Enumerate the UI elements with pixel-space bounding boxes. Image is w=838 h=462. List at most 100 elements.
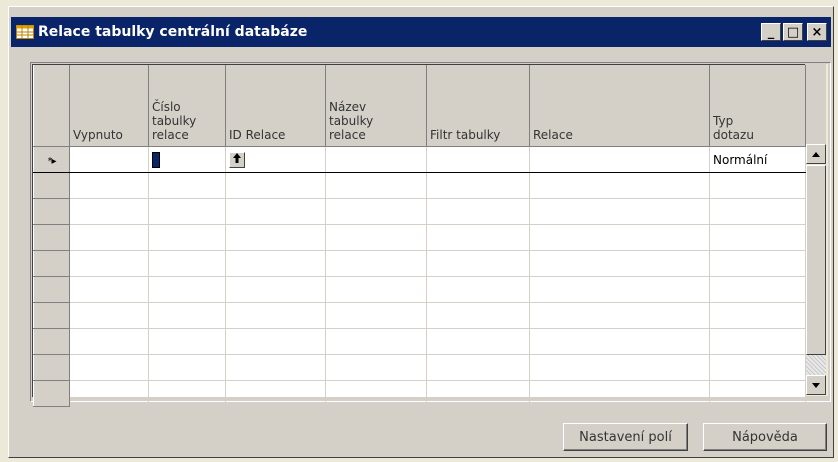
cell-table-filter[interactable] [426,198,530,225]
cell-disabled[interactable] [69,198,149,225]
cell-relation-id[interactable] [225,380,326,407]
row-selector[interactable] [33,250,70,277]
scroll-up-button[interactable] [806,144,826,164]
cell-relation[interactable] [529,224,710,251]
cell-relation[interactable] [529,302,710,329]
cell-related-table-name[interactable] [325,146,427,173]
close-button[interactable]: × [807,23,827,41]
cell-related-table-no[interactable] [148,250,226,277]
cell-query-type[interactable] [709,380,806,407]
table-row[interactable] [33,302,806,329]
new-record-row[interactable]: *▸ Normální [33,146,806,173]
cell-related-table-name[interactable] [325,276,427,303]
cell-query-type[interactable] [709,198,806,225]
column-header-related-table-no[interactable]: Číslo tabulky relace [148,65,226,147]
cell-relation[interactable] [529,198,710,225]
cell-related-table-name[interactable] [325,302,427,329]
help-button[interactable]: Nápověda [703,423,827,451]
cell-related-table-no[interactable] [148,380,226,407]
cell-related-table-no[interactable] [148,198,226,225]
cell-relation[interactable] [529,354,710,381]
row-selector[interactable] [33,198,70,225]
cell-query-type[interactable] [709,276,806,303]
cell-query-type[interactable] [709,354,806,381]
cell-relation[interactable] [529,146,710,173]
cell-relation-id[interactable] [225,354,326,381]
cell-relation-id[interactable] [225,328,326,355]
cell-table-filter[interactable] [426,328,530,355]
column-header-disabled[interactable]: Vypnuto [69,65,149,147]
cell-related-table-name[interactable] [325,328,427,355]
table-row[interactable] [33,380,806,407]
table-row[interactable] [33,276,806,303]
cell-related-table-no[interactable] [148,224,226,251]
lookup-button[interactable] [229,151,245,168]
minimize-button[interactable]: _ [761,23,781,41]
cell-related-table-name[interactable] [325,250,427,277]
cell-table-filter[interactable] [426,172,530,199]
scrollbar-thumb[interactable] [806,165,826,355]
cell-related-table-no[interactable] [148,354,226,381]
cell-relation[interactable] [529,328,710,355]
cell-disabled[interactable] [69,276,149,303]
cell-query-type[interactable] [709,172,806,199]
cell-relation-id[interactable] [225,198,326,225]
scrollbar-track[interactable] [806,355,826,375]
cell-related-table-name[interactable] [325,198,427,225]
cell-table-filter[interactable] [426,354,530,381]
cell-related-table-no[interactable] [148,146,226,173]
cell-table-filter[interactable] [426,302,530,329]
cell-disabled[interactable] [69,380,149,407]
vertical-scrollbar[interactable] [806,64,828,396]
table-row[interactable] [33,172,806,199]
cell-table-filter[interactable] [426,276,530,303]
column-header-query-type[interactable]: Typ dotazu [709,65,806,147]
cell-relation-id[interactable] [225,276,326,303]
cell-disabled[interactable] [69,250,149,277]
row-selector[interactable]: *▸ [33,146,70,173]
cell-relation-id[interactable] [225,250,326,277]
cell-query-type[interactable] [709,328,806,355]
scroll-down-button[interactable] [806,375,826,395]
row-selector[interactable] [33,380,70,407]
row-selector[interactable] [33,302,70,329]
cell-table-filter[interactable] [426,380,530,407]
row-selector[interactable] [33,328,70,355]
cell-related-table-name[interactable] [325,380,427,407]
cell-table-filter[interactable] [426,250,530,277]
cell-disabled[interactable] [69,354,149,381]
cell-relation-id[interactable] [225,224,326,251]
table-row[interactable] [33,354,806,381]
row-selector[interactable] [33,354,70,381]
cell-disabled[interactable] [69,224,149,251]
cell-relation-id[interactable] [225,302,326,329]
table-row[interactable] [33,224,806,251]
cell-related-table-name[interactable] [325,354,427,381]
row-selector[interactable] [33,224,70,251]
cell-relation-id[interactable] [225,172,326,199]
table-row[interactable] [33,328,806,355]
cell-related-table-no[interactable] [148,172,226,199]
table-row[interactable] [33,198,806,225]
title-bar[interactable]: Relace tabulky centrální databáze _ □ × [11,17,831,47]
column-header-related-table-name[interactable]: Název tabulky relace [325,65,427,147]
cell-query-type[interactable] [709,224,806,251]
cell-relation[interactable] [529,380,710,407]
cell-relation[interactable] [529,250,710,277]
cell-related-table-no[interactable] [148,302,226,329]
cell-relation[interactable] [529,172,710,199]
field-settings-button[interactable]: Nastavení polí [563,423,688,451]
cell-related-table-name[interactable] [325,172,427,199]
cell-related-table-no[interactable] [148,276,226,303]
cell-disabled[interactable] [69,146,149,173]
row-selector[interactable] [33,276,70,303]
column-header-relation-id[interactable]: ID Relace [225,65,326,147]
cell-disabled[interactable] [69,302,149,329]
cell-query-type[interactable]: Normální [709,146,806,173]
maximize-button[interactable]: □ [783,23,803,41]
cell-query-type[interactable] [709,302,806,329]
column-header-table-filter[interactable]: Filtr tabulky [426,65,530,147]
cell-table-filter[interactable] [426,224,530,251]
cell-related-table-name[interactable] [325,224,427,251]
row-selector[interactable] [33,172,70,199]
